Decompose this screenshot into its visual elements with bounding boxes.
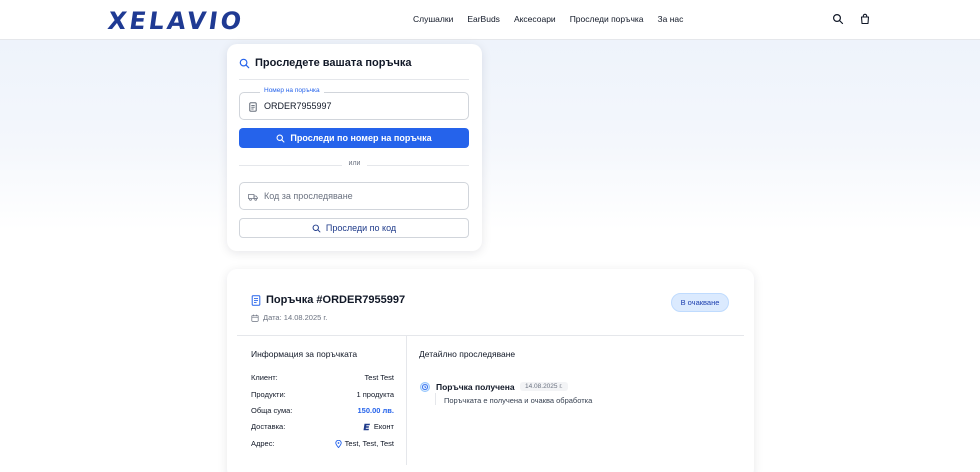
tracking-form-card: Проследете вашата поръчка Номер на поръч… bbox=[227, 44, 482, 251]
order-number-input[interactable] bbox=[264, 93, 464, 119]
info-row-delivery: Доставка: Еконт bbox=[251, 422, 394, 434]
order-details-card: Поръчка #ORDER7955997 Дата: 14.08.2025 г… bbox=[227, 269, 754, 472]
info-label: Клиент: bbox=[251, 373, 278, 382]
hero-background bbox=[0, 40, 980, 230]
courier-logo-icon bbox=[363, 423, 370, 430]
timeline-dot bbox=[420, 382, 430, 392]
track-by-order-button[interactable]: Проследи по номер на поръчка bbox=[239, 128, 469, 148]
order-date: Дата: 14.08.2025 г. bbox=[251, 313, 327, 322]
column-divider bbox=[406, 335, 407, 465]
nav-item-track-order[interactable]: Проследи поръчка bbox=[570, 14, 644, 24]
timeline-connector bbox=[435, 393, 436, 405]
search-icon bbox=[312, 224, 321, 232]
nav-item-headphones[interactable]: Слушалки bbox=[413, 14, 453, 24]
nav-item-earbuds[interactable]: EarBuds bbox=[467, 14, 500, 24]
order-number-field[interactable]: Номер на поръчка bbox=[239, 87, 469, 120]
clock-icon bbox=[422, 384, 428, 390]
truck-icon bbox=[248, 194, 258, 201]
info-value: Test Test bbox=[364, 373, 394, 382]
timeline-event-date: 14.08.2025 г. bbox=[520, 382, 568, 391]
search-icon[interactable] bbox=[832, 13, 844, 25]
document-icon bbox=[251, 294, 261, 306]
info-label: Доставка: bbox=[251, 422, 286, 431]
order-header-divider bbox=[237, 335, 744, 336]
track-by-code-label: Проследи по код bbox=[325, 223, 397, 233]
search-icon bbox=[276, 134, 285, 142]
or-divider-right bbox=[367, 165, 469, 166]
track-by-order-label: Проследи по номер на поръчка bbox=[290, 133, 432, 143]
tracking-heading: Детайлно проследяване bbox=[419, 349, 516, 359]
nav-item-about[interactable]: За нас bbox=[658, 14, 684, 24]
info-value: 1 продукта bbox=[356, 390, 394, 399]
order-date-text: Дата: 14.08.2025 г. bbox=[263, 313, 328, 322]
tracking-form-title-text: Проследете вашата поръчка bbox=[255, 57, 412, 69]
cart-icon[interactable] bbox=[859, 13, 871, 25]
info-row-total: Обща сума: 150.00 лв. bbox=[251, 406, 394, 418]
info-heading: Информация за поръчката bbox=[251, 349, 358, 359]
tracking-code-input[interactable] bbox=[264, 183, 464, 209]
info-row-address: Адрес: Test, Test, Test bbox=[251, 439, 394, 451]
title-divider bbox=[239, 79, 469, 80]
info-value-total: 150.00 лв. bbox=[357, 406, 394, 415]
main-nav: Слушалки EarBuds Аксесоари Проследи поръ… bbox=[413, 14, 697, 24]
site-header: XELAVIO Слушалки EarBuds Аксесоари Просл… bbox=[0, 0, 980, 40]
info-row-products: Продукти: 1 продукта bbox=[251, 390, 394, 402]
location-pin-icon bbox=[335, 439, 342, 448]
tracking-code-field[interactable] bbox=[239, 182, 469, 210]
calendar-icon bbox=[251, 314, 259, 322]
info-value: Еконт bbox=[363, 422, 394, 431]
order-title: Поръчка #ORDER7955997 bbox=[251, 294, 405, 306]
info-label: Продукти: bbox=[251, 390, 286, 399]
track-by-code-button[interactable]: Проследи по код bbox=[239, 218, 469, 238]
info-label: Обща сума: bbox=[251, 406, 293, 415]
timeline-event-description: Поръчката е получена и очаква обработка bbox=[444, 396, 593, 405]
nav-item-accessories[interactable]: Аксесоари bbox=[514, 14, 556, 24]
search-icon bbox=[239, 58, 250, 68]
info-value: Test, Test, Test bbox=[335, 439, 394, 448]
timeline-event-title: Поръчка получена bbox=[436, 382, 515, 392]
status-badge: В очакване bbox=[671, 293, 729, 312]
info-row-customer: Клиент: Test Test bbox=[251, 373, 394, 385]
document-icon bbox=[249, 102, 257, 112]
brand-logo[interactable]: XELAVIO bbox=[106, 7, 246, 35]
tracking-form-title: Проследете вашата поръчка bbox=[239, 57, 412, 69]
info-label: Адрес: bbox=[251, 439, 275, 448]
order-title-text: Поръчка #ORDER7955997 bbox=[266, 294, 406, 306]
